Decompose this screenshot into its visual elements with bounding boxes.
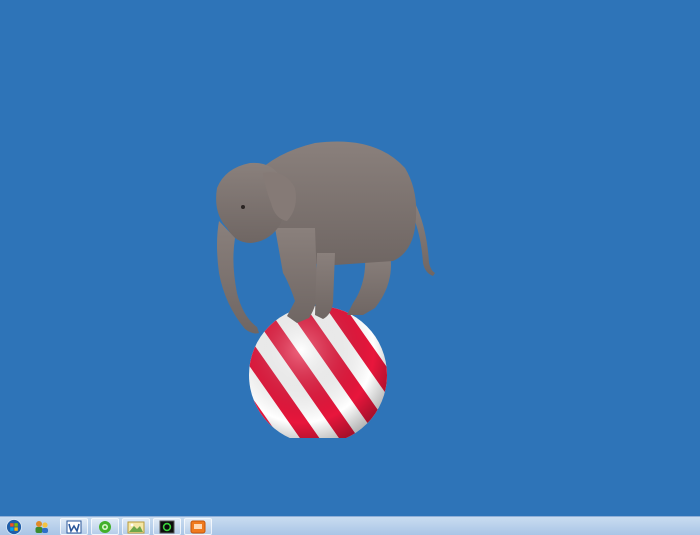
start-orb-icon [6,518,22,535]
presentation-icon [190,520,206,534]
elephant-wallpaper-image [216,141,435,438]
messenger-icon [97,520,113,534]
terminal-button[interactable] [153,518,181,535]
presentation-button[interactable] [184,518,212,535]
desktop [0,0,700,516]
elephant [216,141,435,334]
user-accounts-icon [34,520,50,534]
taskbar [0,516,700,535]
word-processor-button[interactable] [60,518,88,535]
image-viewer-icon [127,520,145,534]
word-processor-icon [66,520,82,534]
messenger-button[interactable] [91,518,119,535]
image-viewer-button[interactable] [122,518,150,535]
elephant-eye [241,205,245,209]
user-accounts-button[interactable] [28,518,56,535]
start-button[interactable] [0,518,28,535]
terminal-icon [159,520,175,534]
